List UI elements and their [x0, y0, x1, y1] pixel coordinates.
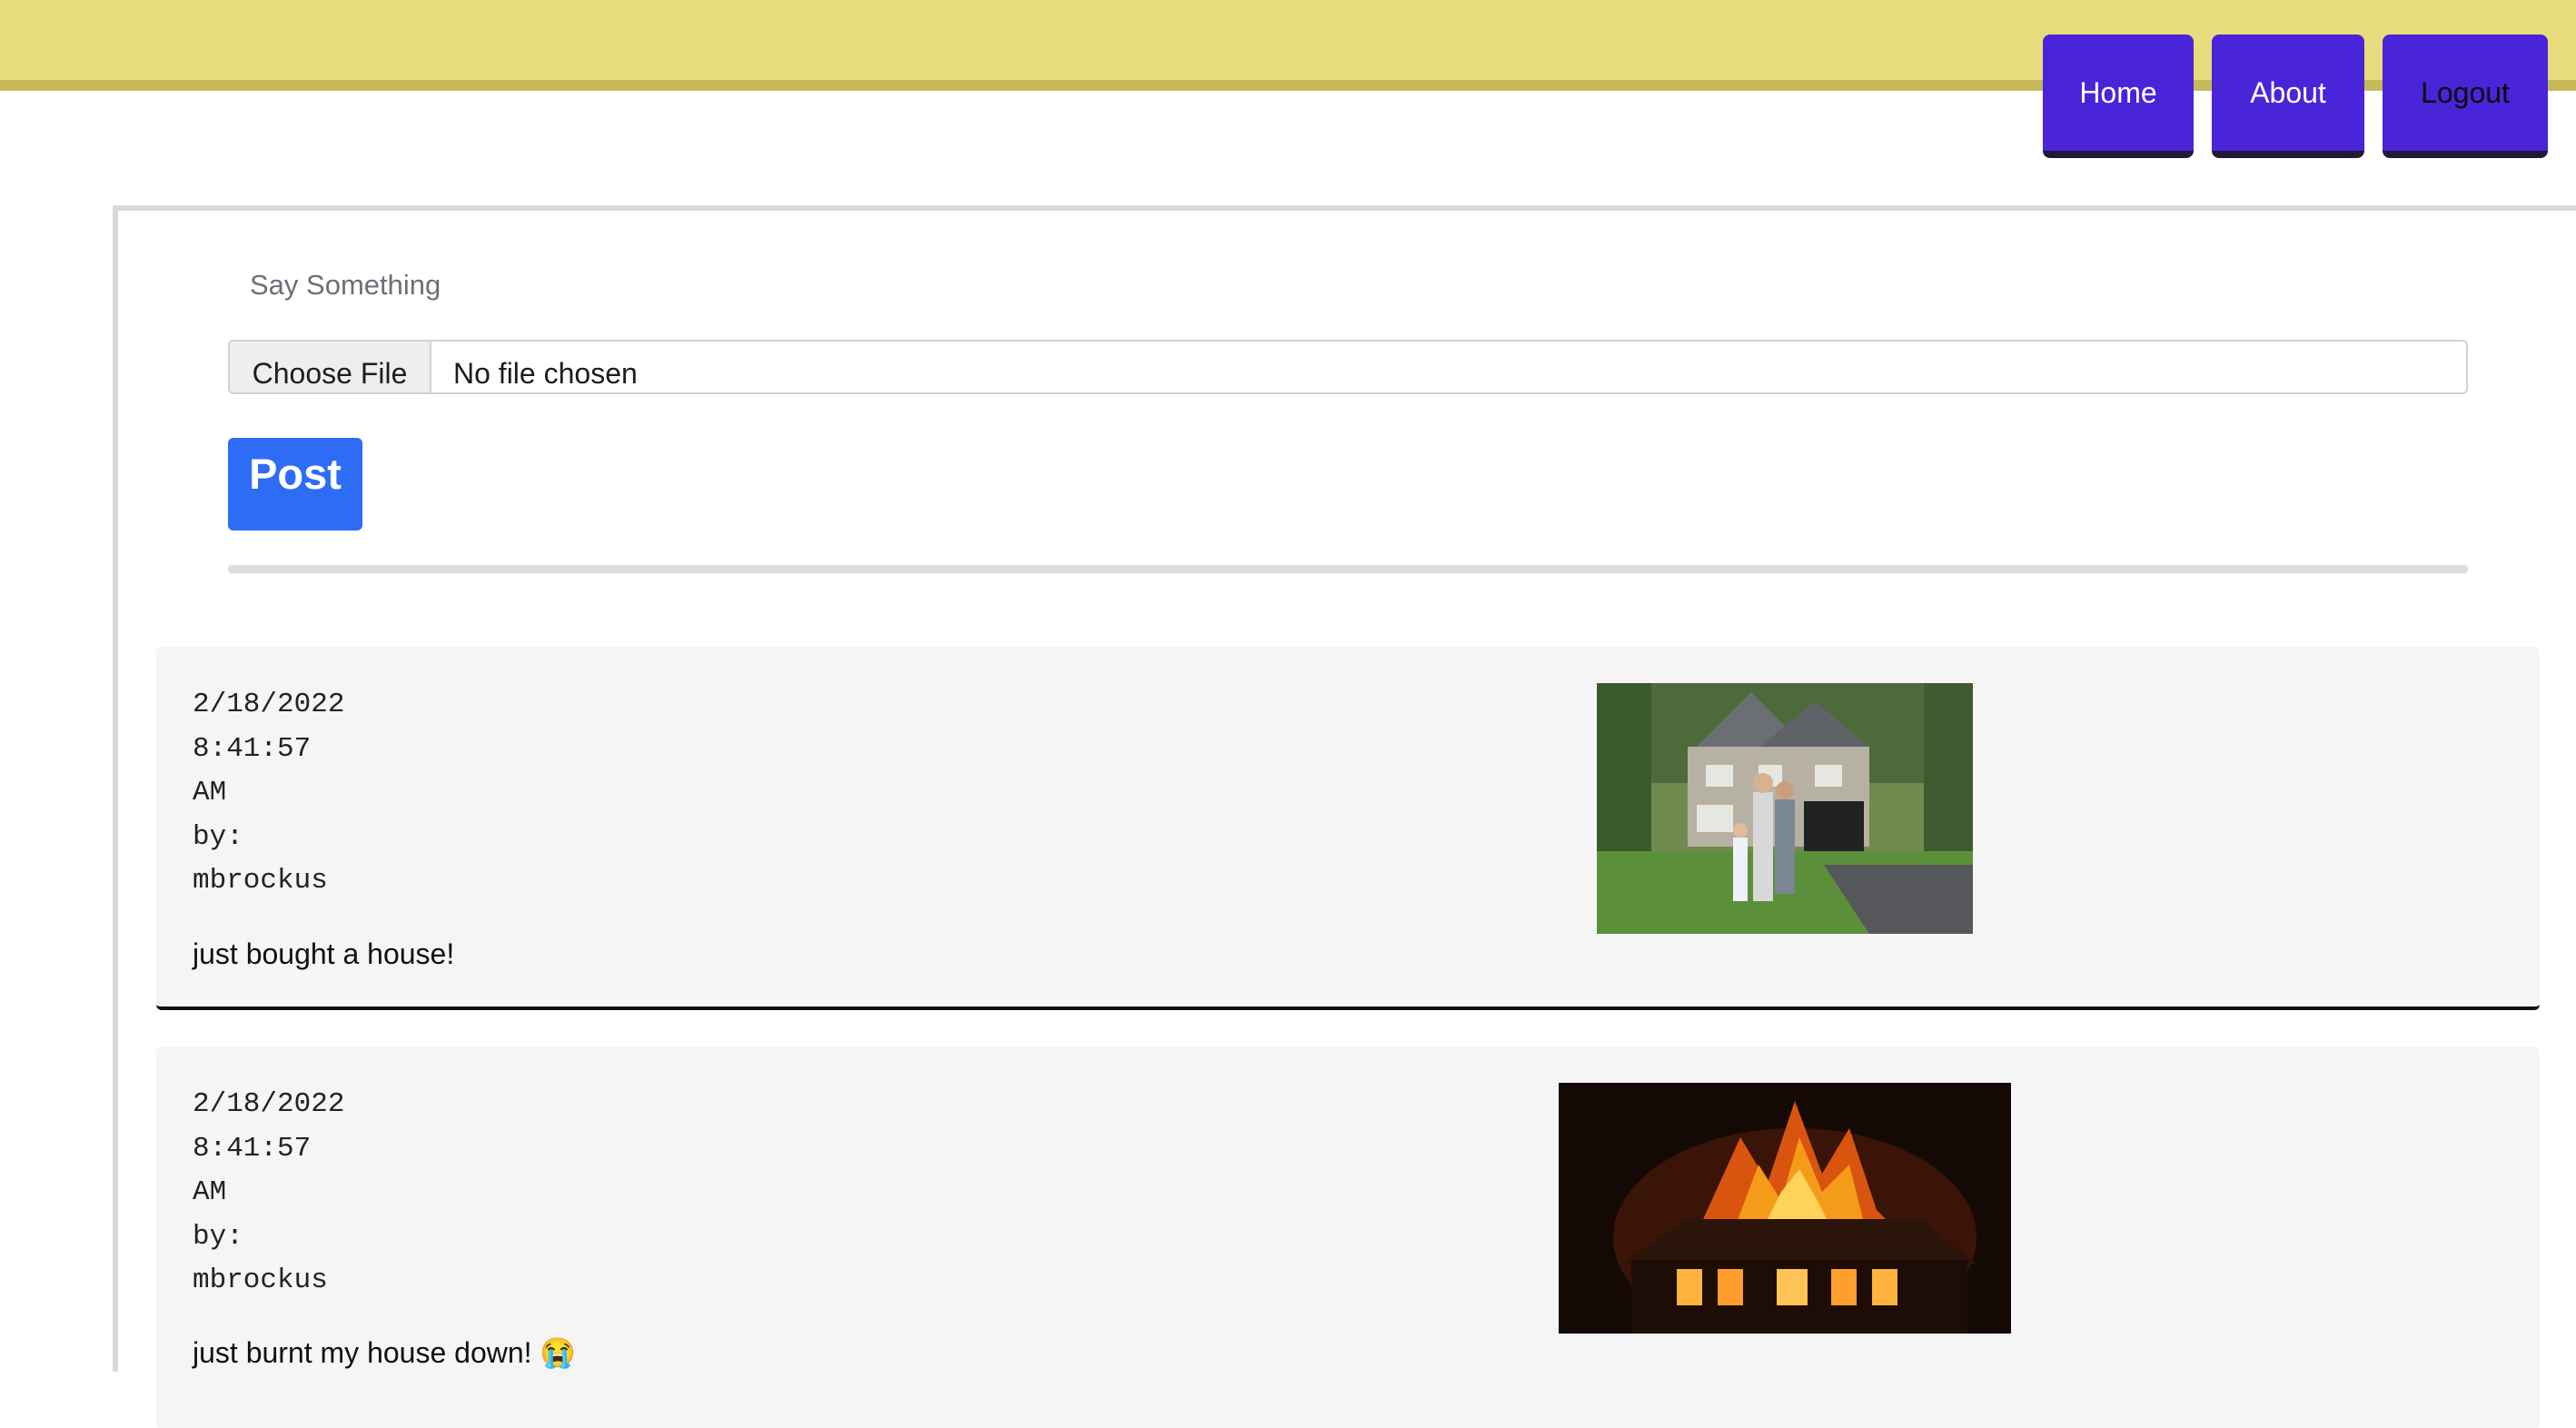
post-time: 8:41:57: [193, 732, 312, 765]
post-date: 2/18/2022: [193, 1088, 345, 1120]
post-text: just burnt my house down! 😭: [193, 1336, 577, 1369]
post-text: just bought a house!: [193, 937, 455, 970]
say-something-label[interactable]: Say Something: [250, 269, 441, 302]
post-by-label: by:: [193, 1220, 243, 1253]
post-author: mbrockus: [193, 1264, 328, 1296]
post-ampm: AM: [193, 777, 227, 808]
house-fire-photo: [1559, 1083, 2011, 1334]
choose-file-button[interactable]: Choose File: [230, 342, 431, 392]
post-ampm: AM: [193, 1176, 227, 1208]
logout-button[interactable]: Logout: [2383, 35, 2548, 158]
post-meta: 2/18/2022 8:41:57 AM by: mbrockus: [193, 683, 344, 904]
post-time: 8:41:57: [193, 1132, 312, 1165]
divider: [228, 565, 2468, 573]
post-meta: 2/18/2022 8:41:57 AM by: mbrockus: [193, 1083, 344, 1304]
post-author: mbrockus: [193, 865, 328, 897]
file-input[interactable]: Choose File No file chosen: [228, 340, 2468, 394]
post-image: [1559, 1083, 2011, 1334]
file-status: No file chosen: [453, 357, 638, 390]
family-house-photo: [1597, 683, 1973, 934]
home-button[interactable]: Home: [2043, 35, 2194, 158]
post-date: 2/18/2022: [193, 689, 345, 720]
about-button[interactable]: About: [2212, 35, 2364, 158]
post-card: 2/18/2022 8:41:57 AM by: mbrockus just b…: [156, 1046, 2540, 1428]
post-image: [1597, 683, 1973, 934]
post-button[interactable]: Post: [228, 438, 362, 531]
post-card: 2/18/2022 8:41:57 AM by: mbrockus just b…: [156, 647, 2540, 1010]
post-by-label: by:: [193, 820, 243, 853]
